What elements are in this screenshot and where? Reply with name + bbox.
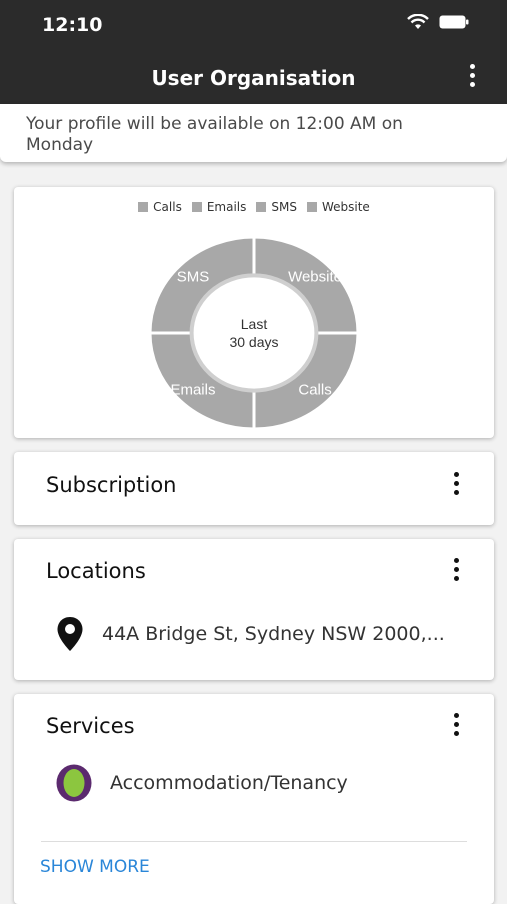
status-icons — [407, 14, 469, 30]
divider — [41, 841, 467, 842]
center-label: Last — [241, 316, 268, 332]
more-vertical-icon — [463, 64, 481, 87]
slice-label: Calls — [298, 381, 331, 398]
service-name: Accommodation/Tenancy — [110, 772, 348, 794]
status-time: 12:10 — [42, 14, 103, 36]
legend-swatch — [138, 202, 149, 212]
legend-swatch — [191, 202, 202, 212]
battery-icon — [439, 15, 469, 29]
legend-label: Calls — [153, 200, 182, 214]
notice-text: Your profile will be available on 12:00 … — [26, 114, 403, 155]
service-item[interactable]: Accommodation/Tenancy — [56, 764, 348, 802]
app-bar: 12:10 User Organisation — [0, 0, 507, 104]
legend-item: Calls — [138, 200, 182, 214]
slice-label: Emails — [170, 381, 215, 398]
service-category-icon — [56, 764, 92, 802]
map-pin-icon — [57, 617, 83, 651]
location-address: 44A Bridge St, Sydney NSW 2000,... — [102, 623, 445, 645]
legend-item: Emails — [191, 200, 247, 214]
locations-title: Locations — [46, 559, 146, 583]
services-title: Services — [46, 714, 135, 738]
legend-label: Website — [321, 200, 370, 214]
slice-label: Website — [288, 269, 342, 286]
center-label: 30 days — [229, 334, 278, 350]
legend-label: Emails — [206, 200, 247, 214]
header-menu-button[interactable] — [463, 64, 481, 92]
donut-chart: Website Calls Emails SMS Last 30 days — [150, 237, 358, 429]
legend-item: SMS — [256, 200, 297, 214]
more-vertical-icon — [448, 558, 464, 581]
slice-label: SMS — [177, 269, 210, 286]
page-title: User Organisation — [151, 66, 356, 90]
wifi-icon — [407, 14, 429, 29]
subscription-title: Subscription — [46, 473, 177, 497]
legend-item: Website — [306, 200, 370, 214]
availability-notice: Your profile will be available on 12:00 … — [0, 104, 507, 162]
more-vertical-icon — [448, 472, 464, 495]
more-vertical-icon — [448, 713, 464, 736]
stats-chart-card: Calls Emails SMS Website Website Calls Emails… — [14, 187, 494, 438]
subscription-menu-button[interactable] — [448, 472, 464, 500]
locations-menu-button[interactable] — [448, 558, 464, 586]
locations-card: Locations 44A Bridge St, Sydney NSW 2000… — [14, 539, 494, 680]
services-card: Services Accommodation/Tenancy SHOW MORE — [14, 694, 494, 904]
donut-center — [189, 273, 319, 393]
legend-swatch — [306, 202, 317, 212]
show-more-link[interactable]: SHOW MORE — [40, 857, 150, 877]
chart-legend: Calls Emails SMS Website — [14, 200, 494, 214]
services-menu-button[interactable] — [448, 713, 464, 741]
legend-swatch — [256, 202, 267, 212]
location-item[interactable]: 44A Bridge St, Sydney NSW 2000,... — [56, 616, 445, 652]
subscription-card[interactable]: Subscription — [14, 452, 494, 525]
legend-label: SMS — [271, 200, 297, 214]
